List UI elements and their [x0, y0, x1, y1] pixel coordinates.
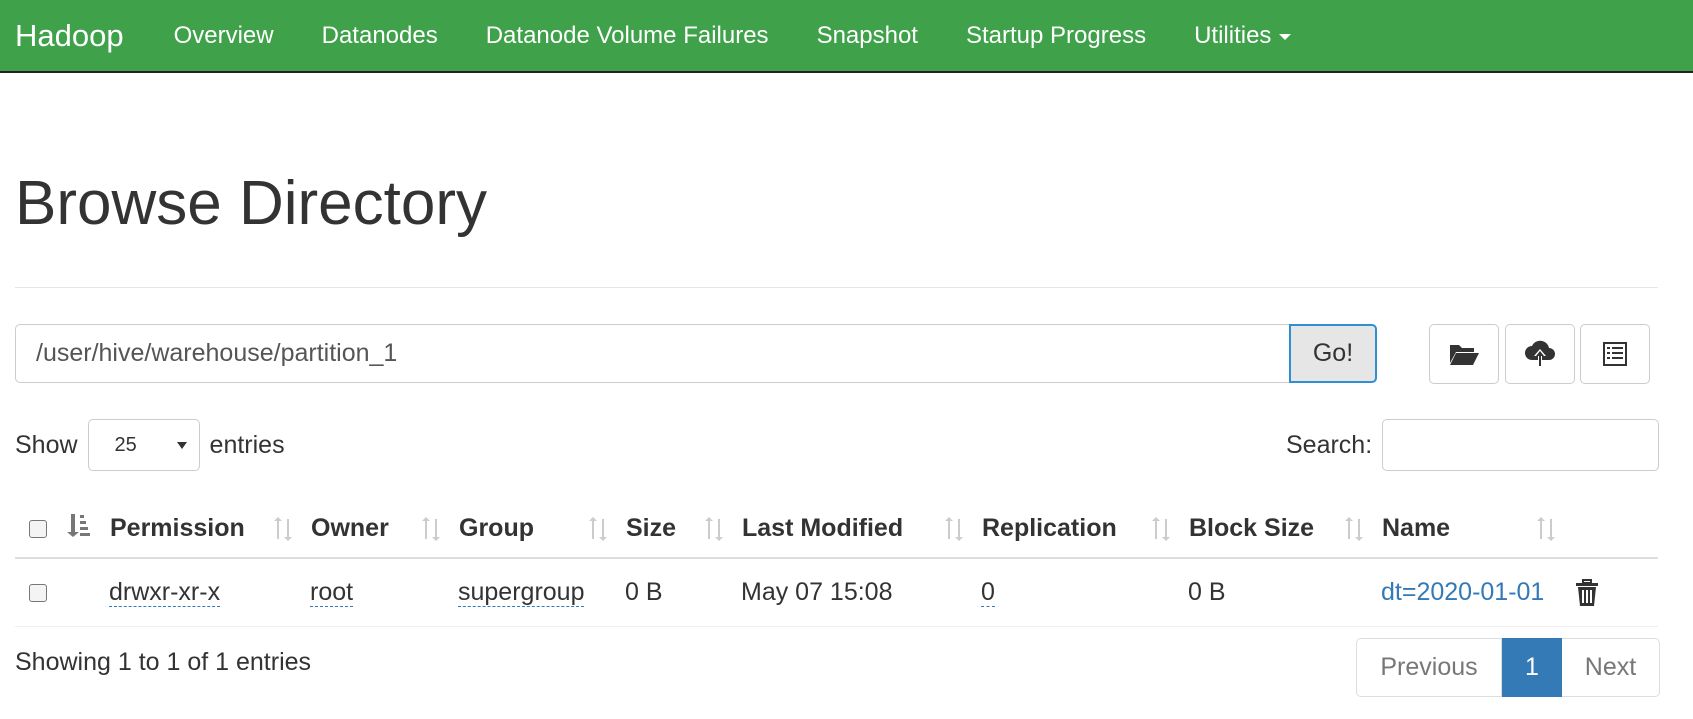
create-directory-button[interactable] [1429, 324, 1499, 384]
sort-icon [1345, 516, 1363, 541]
header-replication-label: Replication [982, 514, 1117, 542]
sort-icon [1152, 516, 1170, 541]
entries-length-value: 25 [114, 433, 137, 456]
header-block-size-label: Block Size [1189, 514, 1315, 542]
row-checkbox[interactable] [29, 583, 47, 602]
header-owner-label: Owner [311, 514, 389, 542]
list-icon [1603, 342, 1627, 366]
entries-length-control: Show 25 entries [15, 419, 285, 471]
sort-icon [1537, 516, 1555, 541]
caret-down-icon [176, 441, 187, 449]
sort-icon [705, 516, 723, 541]
file-name-link[interactable]: dt=2020-01-01 [1381, 578, 1544, 606]
current-page-button[interactable]: 1 [1502, 638, 1562, 697]
permission-value[interactable]: drwxr-xr-x [109, 578, 221, 607]
caret-down-icon [1279, 34, 1292, 40]
cut-paste-button[interactable] [1580, 324, 1650, 384]
folder-open-icon [1450, 345, 1479, 365]
page-title: Browse Directory [15, 169, 487, 238]
directory-path-input[interactable] [15, 324, 1290, 383]
table-row: drwxr-xr-x root supergroup 0 B May 07 15… [15, 558, 1658, 627]
header-permission[interactable]: Permission [109, 500, 310, 559]
replication-cell: 0 [981, 558, 1188, 627]
header-block-size[interactable]: Block Size [1188, 500, 1381, 559]
nav-overview[interactable]: Overview [174, 22, 274, 50]
replication-value[interactable]: 0 [981, 578, 995, 607]
header-sort-default[interactable] [66, 500, 109, 559]
group-cell: supergroup [458, 558, 625, 627]
header-group[interactable]: Group [458, 500, 625, 559]
sort-icon [945, 516, 963, 541]
row-select-cell [15, 558, 66, 627]
group-value[interactable]: supergroup [458, 578, 585, 607]
header-group-label: Group [459, 514, 534, 542]
header-select-all [15, 500, 66, 559]
header-owner[interactable]: Owner [310, 500, 458, 559]
pagination: Previous 1 Next [1356, 638, 1660, 697]
nav-snapshot[interactable]: Snapshot [817, 22, 918, 50]
nav-datanode-volume-failures[interactable]: Datanode Volume Failures [486, 22, 769, 50]
header-name[interactable]: Name [1381, 500, 1573, 559]
nav-utilities-dropdown[interactable]: Utilities [1194, 21, 1292, 50]
owner-value[interactable]: root [310, 578, 354, 607]
entries-length-select[interactable]: 25 [87, 419, 200, 471]
block-size-cell: 0 B [1188, 558, 1381, 627]
top-navbar: Hadoop Overview Datanodes Datanode Volum… [0, 0, 1693, 73]
header-permission-label: Permission [110, 514, 245, 542]
nav-datanodes[interactable]: Datanodes [322, 22, 438, 50]
row-spacer-cell [66, 558, 109, 627]
table-search-control: Search: [1286, 419, 1660, 471]
sort-icon [589, 516, 607, 541]
header-name-label: Name [1382, 514, 1451, 542]
directory-table: Permission Owner Group Size Last Modifie… [15, 500, 1658, 627]
show-label: Show [15, 430, 78, 459]
table-search-input[interactable] [1382, 419, 1660, 471]
upload-files-button[interactable] [1505, 324, 1575, 384]
name-cell: dt=2020-01-01 [1381, 558, 1573, 627]
search-label: Search: [1286, 430, 1373, 459]
nav-startup-progress[interactable]: Startup Progress [966, 22, 1146, 50]
select-all-checkbox[interactable] [29, 519, 47, 538]
sort-icon [422, 516, 440, 541]
nav-utilities-label: Utilities [1194, 21, 1272, 49]
table-info: Showing 1 to 1 of 1 entries [15, 648, 312, 676]
previous-page-button[interactable]: Previous [1356, 638, 1502, 697]
header-last-modified-label: Last Modified [742, 514, 904, 542]
header-last-modified[interactable]: Last Modified [741, 500, 981, 559]
go-button[interactable]: Go! [1289, 324, 1377, 383]
header-actions [1573, 500, 1658, 559]
title-divider [15, 287, 1658, 288]
brand-logo[interactable]: Hadoop [15, 18, 124, 54]
header-replication[interactable]: Replication [981, 500, 1188, 559]
sort-amount-icon [67, 514, 90, 537]
header-size[interactable]: Size [625, 500, 741, 559]
delete-cell [1573, 558, 1658, 627]
cloud-upload-icon [1525, 340, 1555, 366]
header-size-label: Size [626, 514, 677, 542]
sort-icon [274, 516, 292, 541]
entries-label: entries [209, 430, 285, 459]
permission-cell: drwxr-xr-x [109, 558, 310, 627]
table-header-row: Permission Owner Group Size Last Modifie… [15, 500, 1658, 559]
last-modified-cell: May 07 15:08 [741, 558, 981, 627]
next-page-button[interactable]: Next [1562, 638, 1660, 697]
size-cell: 0 B [625, 558, 741, 627]
owner-cell: root [310, 558, 458, 627]
trash-icon[interactable] [1575, 578, 1599, 607]
